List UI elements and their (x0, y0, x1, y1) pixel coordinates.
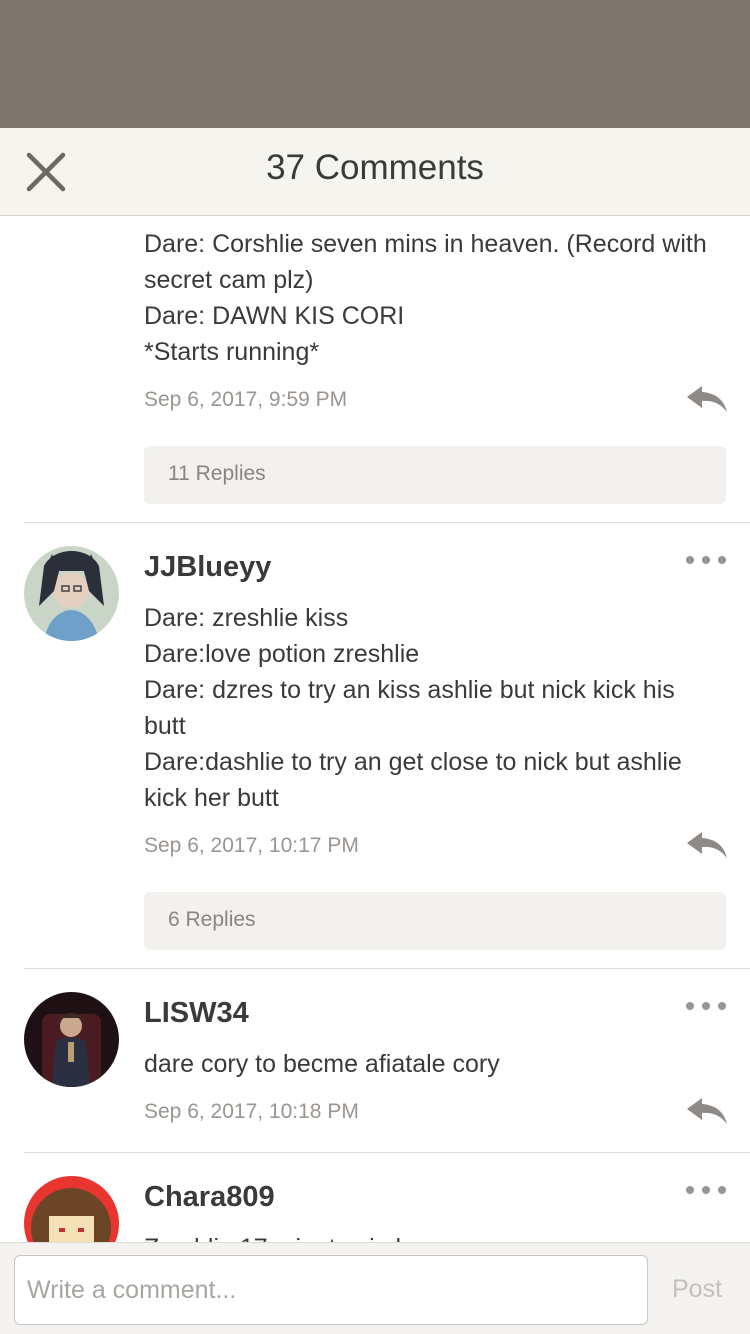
comment-composer: Post (0, 1242, 750, 1334)
comment-timestamp: Sep 6, 2017, 10:18 PM (144, 1100, 359, 1123)
comment-text-line: dare cory to becme afiatale cory (144, 1050, 500, 1078)
comment-text-line: Dare: dzres to try an kiss ashlie but ni… (144, 676, 675, 704)
comment-text-line: *Starts running* (144, 338, 320, 366)
divider (24, 522, 750, 523)
avatar[interactable] (24, 1176, 119, 1242)
replies-count: 11 Replies (168, 462, 266, 485)
avatar-image (24, 992, 119, 1087)
more-dot (702, 556, 710, 564)
comment-username[interactable]: Chara809 (144, 1181, 275, 1214)
reply-button[interactable] (686, 830, 728, 860)
reply-icon (687, 832, 727, 858)
reply-icon (687, 1098, 727, 1124)
more-dot (718, 1186, 726, 1194)
view-replies-button[interactable]: 11 Replies (144, 446, 726, 504)
comment-timestamp: Sep 6, 2017, 9:59 PM (144, 388, 348, 411)
comment-text-line: butt (144, 712, 186, 740)
avatar-image (24, 546, 119, 641)
post-button[interactable]: Post (672, 1275, 722, 1304)
comments-header: 37 Comments (0, 128, 750, 216)
comment-text-line: Dare:dashlie to try an get close to nick… (144, 748, 682, 776)
comment-text-line: secret cam plz) (144, 266, 314, 294)
comment-username[interactable]: JJBlueyy (144, 551, 271, 584)
view-replies-button[interactable]: 6 Replies (144, 892, 726, 950)
reply-button[interactable] (686, 1096, 728, 1126)
more-dot (702, 1002, 710, 1010)
comment-text-line: Zreshlie 17 minutes in h (144, 1230, 409, 1242)
more-dot (718, 1002, 726, 1010)
more-options-button[interactable] (686, 550, 726, 570)
comment-text-line: Dare: Corshlie seven mins in heaven. (Re… (144, 230, 707, 258)
comment-username[interactable]: LISW34 (144, 997, 249, 1030)
more-options-button[interactable] (686, 1180, 726, 1200)
more-dot (718, 556, 726, 564)
more-dot (702, 1186, 710, 1194)
divider (24, 1152, 750, 1153)
avatar[interactable] (24, 992, 119, 1087)
replies-count: 6 Replies (168, 908, 256, 931)
comment-text-line: Dare: zreshlie kiss (144, 604, 349, 632)
more-dot (686, 556, 694, 564)
comment-text-line: Dare: Corshlie kiss (144, 216, 354, 226)
page-title: 37 Comments (266, 148, 484, 187)
comment-timestamp: Sep 6, 2017, 10:17 PM (144, 834, 359, 857)
divider (24, 968, 750, 969)
comment-text-line: Dare:love potion zreshlie (144, 640, 420, 668)
avatar-image (24, 1176, 119, 1242)
more-dot (686, 1186, 694, 1194)
more-options-button[interactable] (686, 996, 726, 1016)
dimmed-background-overlay[interactable] (0, 0, 750, 128)
avatar[interactable] (24, 546, 119, 641)
reply-button[interactable] (686, 384, 728, 414)
comment-text-line: kick her butt (144, 784, 279, 812)
comment-input[interactable] (14, 1255, 648, 1325)
comments-list[interactable]: Dare: Corshlie kiss Dare: Corshlie seven… (0, 216, 750, 1242)
more-dot (686, 1002, 694, 1010)
reply-icon (687, 386, 727, 412)
comment-text-line: Dare: DAWN KIS CORI (144, 302, 405, 330)
